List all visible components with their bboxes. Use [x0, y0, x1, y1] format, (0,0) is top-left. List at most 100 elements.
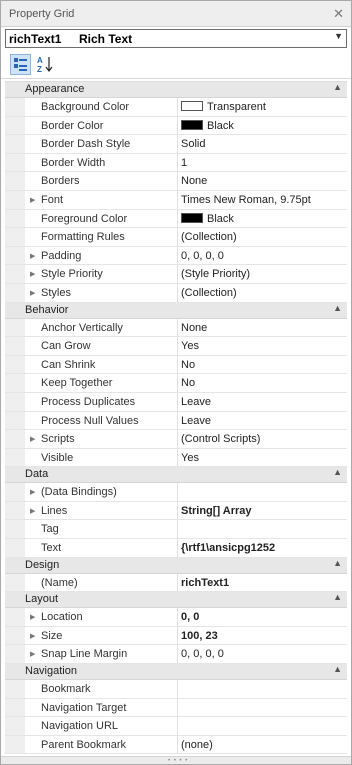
resize-handle[interactable]: • • • • [1, 756, 351, 764]
expand-arrow-icon[interactable]: ▶ [30, 613, 35, 621]
column-divider[interactable] [177, 190, 178, 209]
column-divider[interactable] [177, 735, 178, 754]
property-value[interactable]: 0, 0, 0, 0 [181, 648, 224, 660]
column-divider[interactable] [177, 209, 178, 228]
category-navigation[interactable]: Navigation ▲ [5, 664, 347, 681]
property-row[interactable]: Tag [5, 520, 347, 540]
property-value[interactable]: (none) [181, 739, 213, 751]
column-divider[interactable] [177, 717, 178, 735]
category-design[interactable]: Design ▲ [5, 557, 347, 574]
property-row[interactable]: Navigation URL [5, 717, 347, 736]
property-value[interactable]: (Collection) [181, 231, 237, 243]
property-value[interactable]: (Control Scripts) [181, 433, 260, 445]
expand-arrow-icon[interactable]: ▶ [30, 196, 35, 204]
expand-arrow-icon[interactable]: ▶ [30, 632, 35, 640]
property-value[interactable]: 0, 0 [181, 611, 199, 623]
category-layout[interactable]: Layout ▲ [5, 592, 347, 609]
property-value[interactable]: Black [181, 119, 234, 132]
property-row[interactable]: Borders None [5, 172, 347, 191]
column-divider[interactable] [177, 608, 178, 626]
property-value[interactable]: Black [181, 212, 234, 225]
property-value[interactable]: Times New Roman, 9.75pt [181, 194, 311, 206]
chevron-up-icon[interactable]: ▲ [333, 467, 342, 477]
column-divider[interactable] [177, 501, 178, 520]
column-divider[interactable] [177, 337, 178, 355]
property-value[interactable]: richText1 [181, 577, 229, 589]
property-row[interactable]: ▶ Style Priority (Style Priority) [5, 265, 347, 284]
property-value[interactable]: No [181, 377, 195, 389]
column-divider[interactable] [177, 318, 178, 337]
chevron-up-icon[interactable]: ▲ [333, 664, 342, 674]
property-row[interactable]: ▶ Styles (Collection) [5, 283, 347, 303]
property-row[interactable]: ▶ Size 100, 23 [5, 626, 347, 646]
column-divider[interactable] [177, 283, 178, 302]
column-divider[interactable] [177, 374, 178, 392]
expand-arrow-icon[interactable]: ▶ [30, 650, 35, 658]
expand-arrow-icon[interactable]: ▶ [30, 252, 35, 260]
property-value[interactable]: Yes [181, 452, 199, 464]
property-value[interactable]: 0, 0, 0, 0 [181, 250, 224, 262]
column-divider[interactable] [177, 116, 178, 135]
column-divider[interactable] [177, 539, 178, 557]
chevron-up-icon[interactable]: ▲ [333, 558, 342, 568]
column-divider[interactable] [177, 228, 178, 246]
property-value[interactable]: Transparent [181, 101, 266, 113]
column-divider[interactable] [177, 573, 178, 592]
property-value[interactable]: Yes [181, 340, 199, 352]
property-row[interactable]: ▶ Padding 0, 0, 0, 0 [5, 246, 347, 266]
column-divider[interactable] [177, 98, 178, 116]
property-value[interactable]: 1 [181, 157, 187, 169]
property-row[interactable]: Foreground Color Black [5, 209, 347, 229]
property-row[interactable]: Can Shrink No [5, 355, 347, 375]
category-appearance[interactable]: Appearance ▲ [5, 82, 347, 98]
property-value[interactable]: None [181, 175, 207, 187]
column-divider[interactable] [177, 246, 178, 265]
expand-arrow-icon[interactable]: ▶ [30, 270, 35, 278]
property-value[interactable]: {\rtf1\ansicpg1252 [181, 542, 275, 554]
property-row[interactable]: Can Grow Yes [5, 337, 347, 356]
property-row[interactable]: Anchor Vertically None [5, 318, 347, 338]
close-icon[interactable]: ✕ [333, 6, 344, 22]
chevron-down-icon[interactable]: ▼ [334, 31, 343, 41]
categorized-icon[interactable] [10, 54, 31, 75]
property-value[interactable]: No [181, 359, 195, 371]
chevron-up-icon[interactable]: ▲ [333, 303, 342, 313]
column-divider[interactable] [177, 135, 178, 153]
chevron-up-icon[interactable]: ▲ [333, 592, 342, 602]
column-divider[interactable] [177, 483, 178, 501]
alphabetical-sort-icon[interactable]: A Z [35, 54, 56, 75]
property-row[interactable]: Border Color Black [5, 116, 347, 136]
property-row[interactable]: Background Color Transparent [5, 98, 347, 117]
column-divider[interactable] [177, 355, 178, 374]
property-value[interactable]: Leave [181, 396, 211, 408]
property-row[interactable]: (Name) richText1 [5, 573, 347, 593]
property-value[interactable]: 100, 23 [181, 630, 218, 642]
property-value[interactable]: Leave [181, 415, 211, 427]
property-value[interactable]: None [181, 322, 207, 334]
property-row[interactable]: Text {\rtf1\ansicpg1252 [5, 539, 347, 558]
expand-arrow-icon[interactable]: ▶ [30, 507, 35, 515]
column-divider[interactable] [177, 680, 178, 698]
property-value[interactable]: (Style Priority) [181, 268, 250, 280]
column-divider[interactable] [177, 448, 178, 467]
property-row[interactable]: Formatting Rules (Collection) [5, 228, 347, 247]
expand-arrow-icon[interactable]: ▶ [30, 435, 35, 443]
column-divider[interactable] [177, 172, 178, 190]
column-divider[interactable] [177, 265, 178, 283]
column-divider[interactable] [177, 430, 178, 448]
column-divider[interactable] [177, 392, 178, 411]
category-behavior[interactable]: Behavior ▲ [5, 302, 347, 319]
category-data[interactable]: Data ▲ [5, 467, 347, 484]
column-divider[interactable] [177, 698, 178, 717]
property-row[interactable]: ▶ Scripts (Control Scripts) [5, 430, 347, 449]
column-divider[interactable] [177, 153, 178, 172]
property-value[interactable]: String[] Array [181, 505, 252, 517]
property-row[interactable]: ▶ (Data Bindings) [5, 483, 347, 502]
expand-arrow-icon[interactable]: ▶ [30, 289, 35, 297]
property-row[interactable]: ▶ Font Times New Roman, 9.75pt [5, 190, 347, 210]
expand-arrow-icon[interactable]: ▶ [30, 488, 35, 496]
property-row[interactable]: Navigation Target [5, 698, 347, 718]
column-divider[interactable] [177, 411, 178, 430]
property-row[interactable]: Process Duplicates Leave [5, 392, 347, 412]
property-value[interactable]: (Collection) [181, 287, 237, 299]
